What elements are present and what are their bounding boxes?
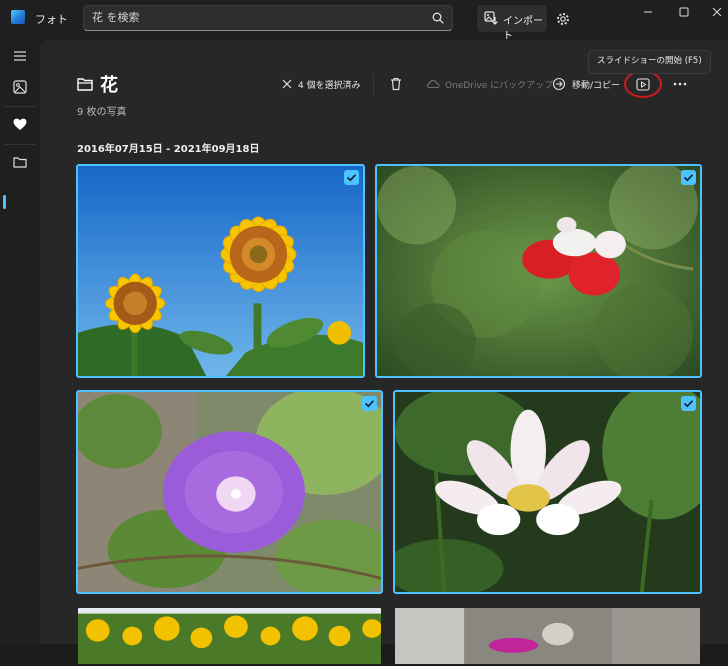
folder-icon (77, 78, 93, 91)
pink-flower-image (395, 608, 700, 664)
move-copy-label: 移動/コピー (572, 81, 621, 91)
folder-icon[interactable] (6, 148, 34, 176)
search-icon[interactable] (432, 12, 444, 24)
cloud-sync-icon (426, 79, 440, 89)
onedrive-backup-button[interactable]: OneDrive にバックアップ (424, 72, 553, 96)
maximize-button[interactable] (666, 0, 702, 28)
sunflower-field-image (78, 608, 381, 664)
photo-thumbnail-morning-glory[interactable] (76, 390, 383, 594)
move-arrow-icon (552, 77, 566, 91)
photo-thumbnail-sunflower-field[interactable] (76, 606, 383, 666)
deselect-button[interactable]: 4 個を選択済み (280, 72, 362, 96)
photos-app-logo-icon (11, 10, 25, 24)
search-box[interactable] (83, 5, 453, 31)
search-input[interactable] (92, 11, 412, 24)
favorites-heart-icon[interactable] (6, 110, 34, 138)
import-button[interactable]: インポート (477, 5, 547, 42)
move-copy-button[interactable]: 移動/コピー (552, 72, 622, 96)
main-content: 花 9 枚の写真 4 個を選択済み OneDrive にバックアップ 移動/コピ… (40, 40, 728, 664)
salvia-image (377, 166, 700, 376)
checkbox-checked-icon[interactable] (681, 396, 696, 411)
minimize-button[interactable] (630, 0, 666, 28)
slideshow-tooltip: スライドショーの開始 (F5) (588, 50, 711, 74)
page-title: 花 (100, 75, 118, 96)
app-title: フォト (35, 13, 68, 26)
rail-divider (4, 106, 36, 107)
delete-trash-icon[interactable] (390, 77, 402, 91)
photo-count: 9 枚の写真 (77, 107, 127, 118)
active-indicator (3, 195, 6, 209)
onedrive-label: OneDrive にバックアップ (445, 81, 554, 91)
import-label: インポート (503, 16, 543, 42)
date-range-header: 2016年07月15日 - 2021年09月18日 (77, 144, 260, 155)
selected-count-label: 4 個を選択済み (298, 81, 361, 91)
lotus-image (395, 392, 700, 592)
hamburger-menu-icon[interactable] (6, 42, 34, 70)
photo-thumbnail-salvia[interactable] (375, 164, 702, 378)
checkbox-checked-icon[interactable] (362, 396, 377, 411)
checkbox-checked-icon[interactable] (681, 170, 696, 185)
sunflowers-image (78, 166, 363, 376)
slideshow-button[interactable] (624, 70, 662, 98)
rail-divider (4, 144, 36, 145)
import-icon (484, 11, 498, 25)
navigation-rail (0, 40, 40, 644)
more-options-icon[interactable] (672, 77, 688, 91)
toolbar-divider (373, 74, 374, 96)
close-icon (282, 79, 292, 89)
photo-thumbnail-pink-flower[interactable] (393, 606, 702, 666)
photo-thumbnail-sunflowers[interactable] (76, 164, 365, 378)
morning-glory-image (78, 392, 381, 592)
slideshow-play-icon (636, 78, 650, 91)
photo-thumbnail-lotus[interactable] (393, 390, 702, 594)
checkbox-checked-icon[interactable] (344, 170, 359, 185)
title-bar: フォト インポート (0, 0, 728, 42)
close-button[interactable] (700, 0, 728, 28)
gallery-icon[interactable] (6, 73, 34, 101)
gear-icon[interactable] (556, 12, 570, 26)
